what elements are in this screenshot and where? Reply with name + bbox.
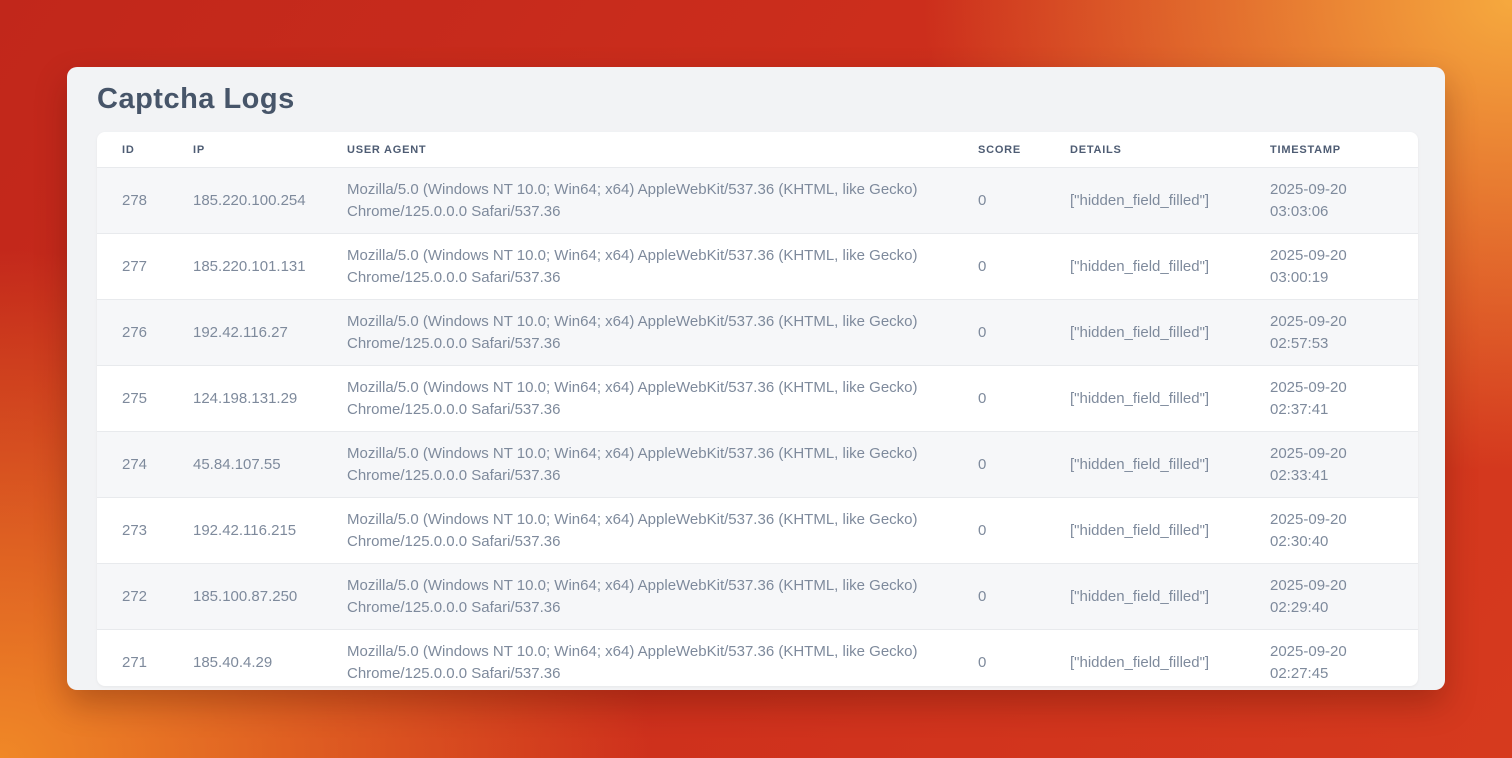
column-header-timestamp: TIMESTAMP xyxy=(1245,132,1418,168)
cell-id: 272 xyxy=(97,564,168,630)
cell-user-agent: Mozilla/5.0 (Windows NT 10.0; Win64; x64… xyxy=(322,366,953,432)
cell-details: ["hidden_field_filled"] xyxy=(1045,234,1245,300)
page-title: Captcha Logs xyxy=(67,67,1445,117)
cell-score: 0 xyxy=(953,498,1045,564)
cell-details: ["hidden_field_filled"] xyxy=(1045,564,1245,630)
cell-id: 274 xyxy=(97,432,168,498)
cell-timestamp: 2025-09-20 02:37:41 xyxy=(1245,366,1418,432)
table-row: 273 192.42.116.215 Mozilla/5.0 (Windows … xyxy=(97,498,1418,564)
cell-timestamp: 2025-09-20 02:27:45 xyxy=(1245,630,1418,687)
cell-user-agent: Mozilla/5.0 (Windows NT 10.0; Win64; x64… xyxy=(322,300,953,366)
cell-user-agent: Mozilla/5.0 (Windows NT 10.0; Win64; x64… xyxy=(322,498,953,564)
cell-details: ["hidden_field_filled"] xyxy=(1045,168,1245,234)
cell-ip: 185.40.4.29 xyxy=(168,630,322,687)
cell-details: ["hidden_field_filled"] xyxy=(1045,432,1245,498)
cell-id: 276 xyxy=(97,300,168,366)
table-row: 277 185.220.101.131 Mozilla/5.0 (Windows… xyxy=(97,234,1418,300)
cell-details: ["hidden_field_filled"] xyxy=(1045,498,1245,564)
cell-timestamp: 2025-09-20 03:03:06 xyxy=(1245,168,1418,234)
cell-ip: 45.84.107.55 xyxy=(168,432,322,498)
captcha-logs-table-card: ID IP USER AGENT SCORE DETAILS TIMESTAMP… xyxy=(97,132,1418,686)
cell-timestamp: 2025-09-20 02:29:40 xyxy=(1245,564,1418,630)
cell-details: ["hidden_field_filled"] xyxy=(1045,366,1245,432)
cell-id: 273 xyxy=(97,498,168,564)
column-header-user-agent: USER AGENT xyxy=(322,132,953,168)
table-header: ID IP USER AGENT SCORE DETAILS TIMESTAMP xyxy=(97,132,1418,168)
cell-timestamp: 2025-09-20 02:57:53 xyxy=(1245,300,1418,366)
cell-score: 0 xyxy=(953,168,1045,234)
captcha-logs-panel: Captcha Logs ID IP USER AGENT SCORE DETA… xyxy=(67,67,1445,690)
cell-user-agent: Mozilla/5.0 (Windows NT 10.0; Win64; x64… xyxy=(322,168,953,234)
cell-ip: 124.198.131.29 xyxy=(168,366,322,432)
column-header-details: DETAILS xyxy=(1045,132,1245,168)
table-row: 276 192.42.116.27 Mozilla/5.0 (Windows N… xyxy=(97,300,1418,366)
column-header-id: ID xyxy=(97,132,168,168)
cell-score: 0 xyxy=(953,432,1045,498)
cell-details: ["hidden_field_filled"] xyxy=(1045,630,1245,687)
cell-ip: 185.100.87.250 xyxy=(168,564,322,630)
cell-timestamp: 2025-09-20 03:00:19 xyxy=(1245,234,1418,300)
cell-user-agent: Mozilla/5.0 (Windows NT 10.0; Win64; x64… xyxy=(322,564,953,630)
table-row: 274 45.84.107.55 Mozilla/5.0 (Windows NT… xyxy=(97,432,1418,498)
cell-id: 277 xyxy=(97,234,168,300)
cell-ip: 192.42.116.27 xyxy=(168,300,322,366)
cell-score: 0 xyxy=(953,234,1045,300)
cell-ip: 192.42.116.215 xyxy=(168,498,322,564)
header-row: ID IP USER AGENT SCORE DETAILS TIMESTAMP xyxy=(97,132,1418,168)
cell-timestamp: 2025-09-20 02:33:41 xyxy=(1245,432,1418,498)
cell-score: 0 xyxy=(953,300,1045,366)
cell-ip: 185.220.101.131 xyxy=(168,234,322,300)
cell-timestamp: 2025-09-20 02:30:40 xyxy=(1245,498,1418,564)
table-row: 275 124.198.131.29 Mozilla/5.0 (Windows … xyxy=(97,366,1418,432)
table-row: 272 185.100.87.250 Mozilla/5.0 (Windows … xyxy=(97,564,1418,630)
cell-id: 275 xyxy=(97,366,168,432)
captcha-logs-table: ID IP USER AGENT SCORE DETAILS TIMESTAMP… xyxy=(97,132,1418,686)
column-header-ip: IP xyxy=(168,132,322,168)
cell-score: 0 xyxy=(953,630,1045,687)
table-row: 271 185.40.4.29 Mozilla/5.0 (Windows NT … xyxy=(97,630,1418,687)
cell-score: 0 xyxy=(953,366,1045,432)
cell-ip: 185.220.100.254 xyxy=(168,168,322,234)
cell-details: ["hidden_field_filled"] xyxy=(1045,300,1245,366)
table-row: 278 185.220.100.254 Mozilla/5.0 (Windows… xyxy=(97,168,1418,234)
column-header-score: SCORE xyxy=(953,132,1045,168)
cell-user-agent: Mozilla/5.0 (Windows NT 10.0; Win64; x64… xyxy=(322,432,953,498)
cell-id: 271 xyxy=(97,630,168,687)
cell-user-agent: Mozilla/5.0 (Windows NT 10.0; Win64; x64… xyxy=(322,234,953,300)
cell-score: 0 xyxy=(953,564,1045,630)
cell-user-agent: Mozilla/5.0 (Windows NT 10.0; Win64; x64… xyxy=(322,630,953,687)
table-body: 278 185.220.100.254 Mozilla/5.0 (Windows… xyxy=(97,168,1418,687)
cell-id: 278 xyxy=(97,168,168,234)
